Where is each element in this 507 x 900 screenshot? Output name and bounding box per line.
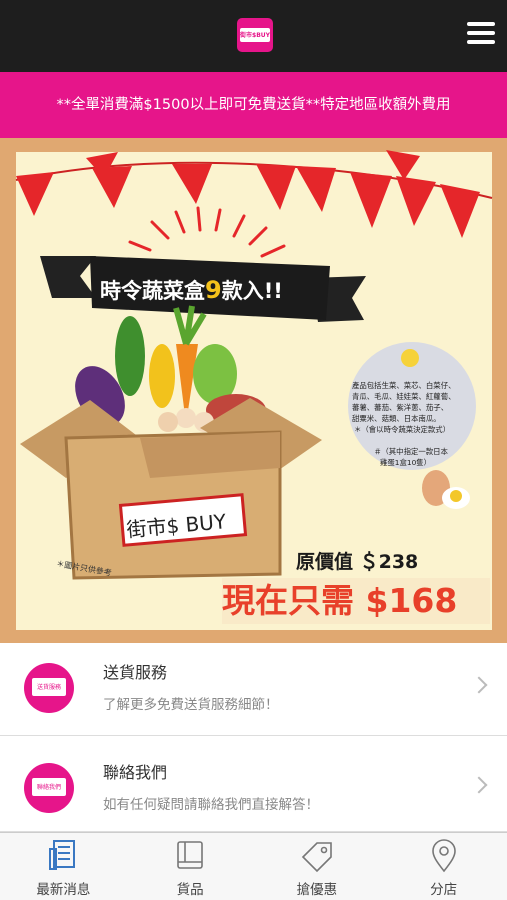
tab-news[interactable]: 最新消息 bbox=[0, 833, 127, 900]
headline-number: 9 bbox=[205, 276, 222, 304]
chevron-right-icon bbox=[470, 776, 488, 794]
bottom-tab-bar: 最新消息 貨品 搶優惠 分店 bbox=[0, 832, 507, 900]
now-price: 現在只需 $168 bbox=[222, 581, 457, 620]
book-icon bbox=[177, 841, 203, 869]
news-icon bbox=[49, 840, 76, 870]
original-price: 原價值 ＄238 bbox=[296, 550, 418, 573]
list-item-title: 聯絡我們 bbox=[103, 763, 168, 782]
vegetable-box-illustration: 時令蔬菜盒9款入!! 街市$ BUY ＊圖片只供參考 產品包括生菜、菜芯、白菜仔… bbox=[15, 150, 493, 624]
promo-banner: **全單消費滿$1500以上即可免費送貨**特定地區收額外費用 bbox=[0, 72, 507, 138]
list-item-subtitle: 如有任何疑問請聯絡我們直接解答！ bbox=[103, 797, 319, 813]
tab-label: 搶優惠 bbox=[296, 882, 338, 898]
headline-suffix: 款入!! bbox=[222, 279, 283, 303]
tab-products[interactable]: 貨品 bbox=[127, 833, 254, 900]
bubble-note-2: 雞蛋1盒10隻） bbox=[380, 458, 431, 467]
bubble-line-2: 青瓜、毛瓜、娃娃菜、紅蘿蔔、 bbox=[352, 392, 455, 401]
headline-prefix: 時令蔬菜盒 bbox=[100, 279, 206, 303]
list-item-title: 送貨服務 bbox=[103, 663, 168, 682]
top-bar: 街市$BUY bbox=[0, 0, 507, 72]
hamburger-menu-icon[interactable] bbox=[467, 22, 495, 48]
app-logo[interactable]: 街市$BUY bbox=[237, 18, 273, 52]
contact-icon: 聯絡我們 bbox=[24, 763, 74, 813]
info-list: 送貨服務 送貨服務 了解更多免費送貨服務細節！ bbox=[0, 643, 507, 736]
bubble-line-3: 蕃薯、蕃茄、紫洋蔥、茄子、 bbox=[352, 403, 448, 412]
tab-deals[interactable]: 搶優惠 bbox=[254, 833, 381, 900]
list-item-delivery[interactable]: 送貨服務 送貨服務 了解更多免費送貨服務細節！ bbox=[0, 643, 507, 736]
bubble-note-1: ＃（其中指定一款日本 bbox=[374, 447, 449, 456]
bubble-line-1: 產品包括生菜、菜芯、白菜仔、 bbox=[352, 381, 455, 390]
promo-image[interactable]: 時令蔬菜盒9款入!! 街市$ BUY ＊圖片只供參考 產品包括生菜、菜芯、白菜仔… bbox=[0, 138, 507, 643]
chevron-right-icon bbox=[470, 676, 488, 694]
list-item-contact[interactable]: 聯絡我們 聯絡我們 如有任何疑問請聯絡我們直接解答！ bbox=[0, 743, 507, 832]
bubble-line-4: 甜粟米、菇類、日本南瓜。 bbox=[352, 414, 441, 423]
location-pin-icon bbox=[431, 839, 456, 873]
tab-label: 貨品 bbox=[176, 882, 204, 898]
bubble-line-5: ＊（會以時令蔬菜決定款式） bbox=[354, 425, 450, 434]
tab-branches[interactable]: 分店 bbox=[380, 833, 507, 900]
tag-icon bbox=[301, 842, 332, 873]
delivery-icon: 送貨服務 bbox=[24, 663, 74, 713]
tab-label: 分店 bbox=[430, 882, 458, 898]
tab-label: 最新消息 bbox=[36, 882, 91, 898]
logo-text: 街市$BUY bbox=[240, 32, 270, 39]
svg-text:時令蔬菜盒9款入!!: 時令蔬菜盒9款入!! bbox=[100, 276, 283, 304]
list-item-subtitle: 了解更多免費送貨服務細節！ bbox=[103, 697, 279, 713]
